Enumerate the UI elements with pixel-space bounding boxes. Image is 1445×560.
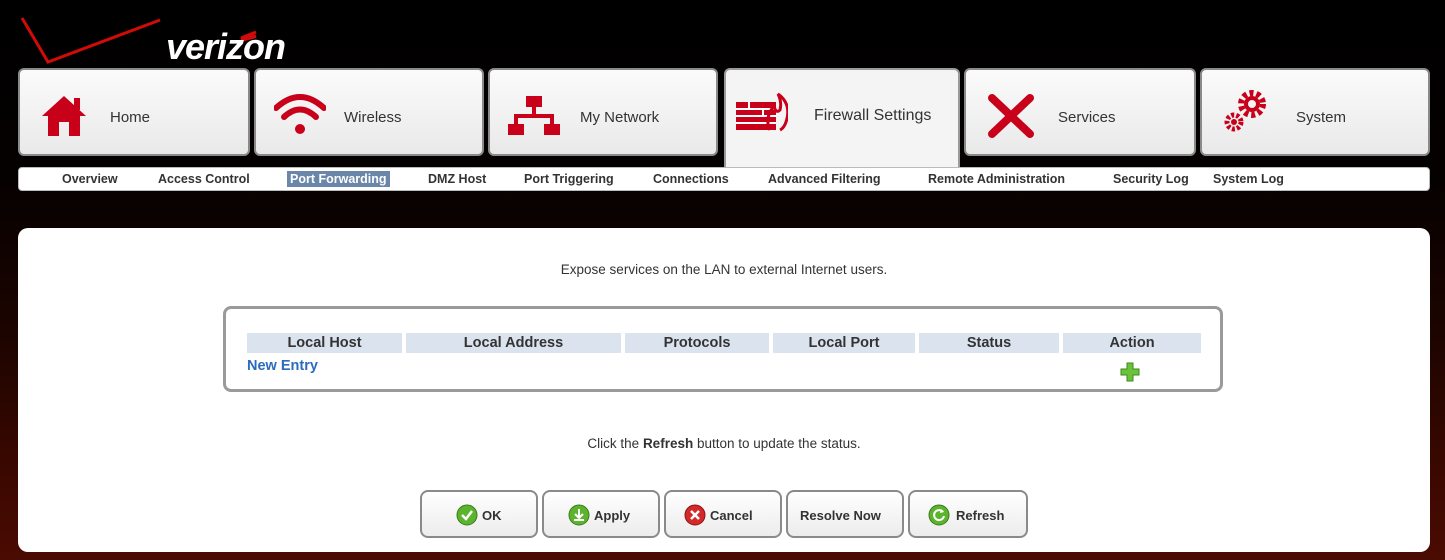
column-header-local-host: Local Host xyxy=(247,333,402,353)
refresh-button-label: Refresh xyxy=(956,508,1005,523)
subnav-port-forwarding[interactable]: Port Forwarding xyxy=(287,171,390,187)
tab-label: Wireless xyxy=(344,109,402,126)
tab-wireless[interactable]: Wireless xyxy=(254,68,484,156)
note-text-after: button to update the status. xyxy=(693,436,861,451)
tab-home[interactable]: Home xyxy=(18,68,250,156)
refresh-note: Click the Refresh button to update the s… xyxy=(18,436,1430,451)
main-tabs: Home Wireless My Network Firewall Settin… xyxy=(18,68,1430,168)
cancel-button[interactable]: Cancel xyxy=(664,490,782,538)
subnav-port-triggering[interactable]: Port Triggering xyxy=(521,171,617,187)
tab-label: Home xyxy=(110,109,151,126)
column-header-protocols: Protocols xyxy=(625,333,769,353)
refresh-button[interactable]: Refresh xyxy=(908,490,1028,538)
subnav-dmz-host[interactable]: DMZ Host xyxy=(425,171,489,187)
note-text-before: Click the xyxy=(587,436,643,451)
column-header-local-address: Local Address xyxy=(406,333,621,353)
subnav-remote-administration[interactable]: Remote Administration xyxy=(925,171,1068,187)
column-header-local-port: Local Port xyxy=(773,333,915,353)
firewall-icon xyxy=(736,92,788,132)
refresh-icon xyxy=(928,504,950,526)
brand-name: verizon xyxy=(166,26,286,67)
subnav-overview[interactable]: Overview xyxy=(59,171,121,187)
verizon-logo: verizon xyxy=(20,10,320,70)
ok-button[interactable]: OK xyxy=(420,490,538,538)
apply-button-label: Apply xyxy=(594,508,631,523)
tab-services[interactable]: Services xyxy=(964,68,1196,156)
note-text-bold: Refresh xyxy=(642,436,694,451)
subnav-access-control[interactable]: Access Control xyxy=(155,171,253,187)
wireless-icon xyxy=(274,94,326,134)
ok-button-label: OK xyxy=(482,508,502,523)
subnav-security-log[interactable]: Security Log xyxy=(1110,171,1192,187)
gears-icon xyxy=(1224,90,1266,132)
subnav-connections[interactable]: Connections xyxy=(650,171,732,187)
firewall-subnav: Overview Access Control Port Forwarding … xyxy=(18,167,1430,191)
column-header-action: Action xyxy=(1063,333,1201,353)
new-entry-link[interactable]: New Entry xyxy=(247,358,318,374)
apply-icon xyxy=(568,504,590,526)
subnav-advanced-filtering[interactable]: Advanced Filtering xyxy=(765,171,884,187)
subnav-system-log[interactable]: System Log xyxy=(1210,171,1287,187)
tab-system[interactable]: System xyxy=(1200,68,1430,156)
content-panel: Expose services on the LAN to external I… xyxy=(18,228,1430,552)
tools-icon xyxy=(988,94,1034,138)
tab-firewall-settings[interactable]: Firewall Settings xyxy=(724,68,960,168)
plus-icon[interactable] xyxy=(1120,362,1140,382)
cancel-button-label: Cancel xyxy=(710,508,753,523)
tab-label: Services xyxy=(1058,109,1116,126)
tab-label: Firewall Settings xyxy=(814,107,932,124)
intro-text: Expose services on the LAN to external I… xyxy=(560,262,888,277)
resolve-now-button[interactable]: Resolve Now xyxy=(786,490,904,538)
tab-label: My Network xyxy=(580,109,660,126)
tab-label: System xyxy=(1296,109,1347,126)
home-icon xyxy=(42,96,86,136)
cancel-icon xyxy=(684,504,706,526)
network-icon xyxy=(508,96,560,135)
check-icon xyxy=(456,504,478,526)
tab-my-network[interactable]: My Network xyxy=(488,68,718,156)
column-header-status: Status xyxy=(919,333,1059,353)
apply-button[interactable]: Apply xyxy=(542,490,660,538)
resolve-now-button-label: Resolve Now xyxy=(800,508,881,523)
port-forwarding-table: Local Host Local Address Protocols Local… xyxy=(223,306,1223,392)
